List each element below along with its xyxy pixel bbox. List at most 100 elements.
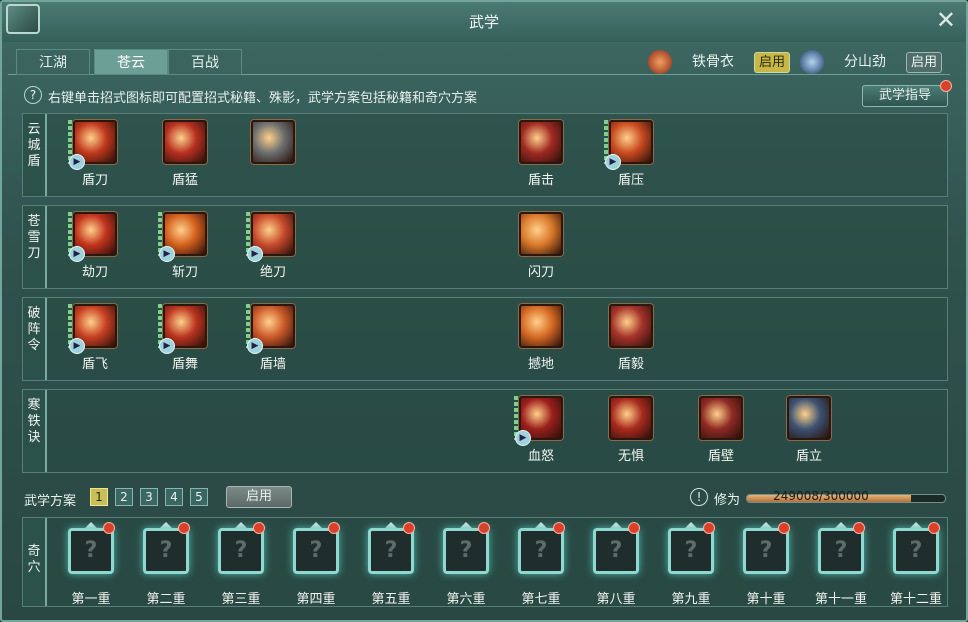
qixue-slot[interactable]: ? 第二重 xyxy=(134,522,198,607)
skill-item[interactable]: 撼地 xyxy=(511,304,571,372)
skill-name: 撼地 xyxy=(527,357,554,372)
skill-icon[interactable] xyxy=(251,120,295,164)
qixue-slot-name: 第八重 xyxy=(596,592,636,607)
qixue-slot[interactable]: ? 第十二重 xyxy=(884,522,948,607)
qixue-slot[interactable]: ? 第八重 xyxy=(584,522,648,607)
qixue-slot-box[interactable]: ? xyxy=(518,528,564,574)
qixue-slot[interactable]: ? 第十一重 xyxy=(809,522,873,607)
qixue-slot-box[interactable]: ? xyxy=(668,528,714,574)
play-icon[interactable]: ▶ xyxy=(159,338,175,354)
skill-icon[interactable] xyxy=(519,304,563,348)
qixue-slot[interactable]: ? 第四重 xyxy=(284,522,348,607)
play-icon[interactable]: ▶ xyxy=(69,246,85,262)
qixue-slot-box[interactable]: ? xyxy=(143,528,189,574)
qixue-slot[interactable]: ? 第九重 xyxy=(659,522,723,607)
qixue-slot-box[interactable]: ? xyxy=(293,528,339,574)
question-icon: ? xyxy=(234,538,248,563)
notification-dot xyxy=(328,522,340,534)
skill-icon[interactable] xyxy=(519,120,563,164)
skill-item[interactable]: ▶ 斩刀 xyxy=(155,212,215,280)
help-icon[interactable]: ? xyxy=(24,86,42,104)
qixue-slot-name: 第十重 xyxy=(746,592,786,607)
question-icon: ? xyxy=(834,538,848,563)
tab-jianghu[interactable]: 江湖 xyxy=(16,49,90,75)
plan-number-3[interactable]: 3 xyxy=(140,488,158,506)
apply-plan-button[interactable]: 启用 xyxy=(226,486,292,508)
qixue-slot-box[interactable]: ? xyxy=(893,528,939,574)
skill-name: 闪刀 xyxy=(527,265,554,280)
qixue-slot-name: 第十二重 xyxy=(889,592,942,607)
info-icon[interactable]: ! xyxy=(690,488,708,506)
qixue-slot-box[interactable]: ? xyxy=(743,528,789,574)
skill-icon[interactable] xyxy=(163,120,207,164)
play-icon[interactable]: ▶ xyxy=(515,430,531,446)
skill-name: 盾壁 xyxy=(707,449,734,464)
skill-item[interactable]: 盾壁 xyxy=(691,396,751,464)
plan-number-1[interactable]: 1 xyxy=(90,488,108,506)
skill-item[interactable]: 盾立 xyxy=(779,396,839,464)
play-icon[interactable]: ▶ xyxy=(69,154,85,170)
skill-icon[interactable] xyxy=(609,304,653,348)
skill-item[interactable] xyxy=(243,120,303,169)
tab-baizhan[interactable]: 百战 xyxy=(168,49,242,75)
skill-name: 盾墙 xyxy=(259,357,286,372)
qixue-slot-box[interactable]: ? xyxy=(218,528,264,574)
skill-item[interactable]: 盾击 xyxy=(511,120,571,188)
hint-text: 右键单击招式图标即可配置招式秘籍、殊影，武学方案包括秘籍和奇穴方案 xyxy=(48,91,478,106)
play-icon[interactable]: ▶ xyxy=(69,338,85,354)
guide-button[interactable]: 武学指导 xyxy=(862,85,948,107)
qixue-slot-name: 第十一重 xyxy=(814,592,867,607)
qixue-slot[interactable]: ? 第七重 xyxy=(509,522,573,607)
skill-icon[interactable] xyxy=(699,396,743,440)
tab-cangyun[interactable]: 苍云 xyxy=(94,49,168,75)
plan-label: 武学方案 xyxy=(24,494,77,509)
qixue-slot[interactable]: ? 第十重 xyxy=(734,522,798,607)
skill-item[interactable]: ▶ 盾墙 xyxy=(243,304,303,372)
notification-dot xyxy=(103,522,115,534)
play-icon[interactable]: ▶ xyxy=(247,246,263,262)
qixue-slot-box[interactable]: ? xyxy=(818,528,864,574)
plan-number-2[interactable]: 2 xyxy=(115,488,133,506)
qixue-slot[interactable]: ? 第三重 xyxy=(209,522,273,607)
skill-name: 无惧 xyxy=(617,449,644,464)
qixue-slot[interactable]: ? 第六重 xyxy=(434,522,498,607)
enable-fenshan-button[interactable]: 启用 xyxy=(906,52,942,73)
qixue-slot-box[interactable]: ? xyxy=(368,528,414,574)
skill-item[interactable]: 无惧 xyxy=(601,396,661,464)
enable-tiegu-button[interactable]: 启用 xyxy=(754,52,790,73)
plan-number-5[interactable]: 5 xyxy=(190,488,208,506)
play-icon[interactable]: ▶ xyxy=(247,338,263,354)
qixue-slot[interactable]: ? 第一重 xyxy=(59,522,123,607)
skill-item[interactable]: 盾猛 xyxy=(155,120,215,188)
play-icon[interactable]: ▶ xyxy=(605,154,621,170)
skill-item[interactable]: ▶ 劫刀 xyxy=(65,212,125,280)
qixue-slot-box[interactable]: ? xyxy=(68,528,114,574)
plan-number-4[interactable]: 4 xyxy=(165,488,183,506)
skill-row: 寒 铁 诀 ▶ 血怒 无惧 盾壁 盾立 xyxy=(22,389,948,473)
skill-item[interactable]: 闪刀 xyxy=(511,212,571,280)
question-icon: ? xyxy=(759,538,773,563)
skill-item[interactable]: ▶ 血怒 xyxy=(511,396,571,464)
skill-item[interactable]: 盾毅 xyxy=(601,304,661,372)
martial-arts-window: 武学 ✕ 江湖 苍云 百战 铁骨衣 启用 分山劲 启用 ? 右键单击招式图标即可… xyxy=(0,0,968,622)
qixue-slot-box[interactable]: ? xyxy=(593,528,639,574)
shield-emblem-icon xyxy=(648,50,672,74)
skill-item[interactable]: ▶ 盾压 xyxy=(601,120,661,188)
skill-row: 苍 雪 刀 ▶ 劫刀 ▶ 斩刀 ▶ 绝刀 闪刀 xyxy=(22,205,948,289)
indicator-fenshan: 分山劲 启用 xyxy=(800,50,950,75)
play-icon[interactable]: ▶ xyxy=(159,246,175,262)
cultivation-value: 249008/300000 xyxy=(773,489,869,503)
skill-icon[interactable] xyxy=(519,212,563,256)
skill-item[interactable]: ▶ 绝刀 xyxy=(243,212,303,280)
skill-item[interactable]: ▶ 盾舞 xyxy=(155,304,215,372)
skill-item[interactable]: ▶ 盾飞 xyxy=(65,304,125,372)
close-icon[interactable]: ✕ xyxy=(936,6,956,34)
qixue-slot-box[interactable]: ? xyxy=(443,528,489,574)
skill-icon[interactable] xyxy=(609,396,653,440)
question-icon: ? xyxy=(309,538,323,563)
qixue-slot[interactable]: ? 第五重 xyxy=(359,522,423,607)
skill-icon[interactable] xyxy=(787,396,831,440)
skill-name: 绝刀 xyxy=(259,265,286,280)
qixue-slot-name: 第一重 xyxy=(71,592,111,607)
skill-item[interactable]: ▶ 盾刀 xyxy=(65,120,125,188)
